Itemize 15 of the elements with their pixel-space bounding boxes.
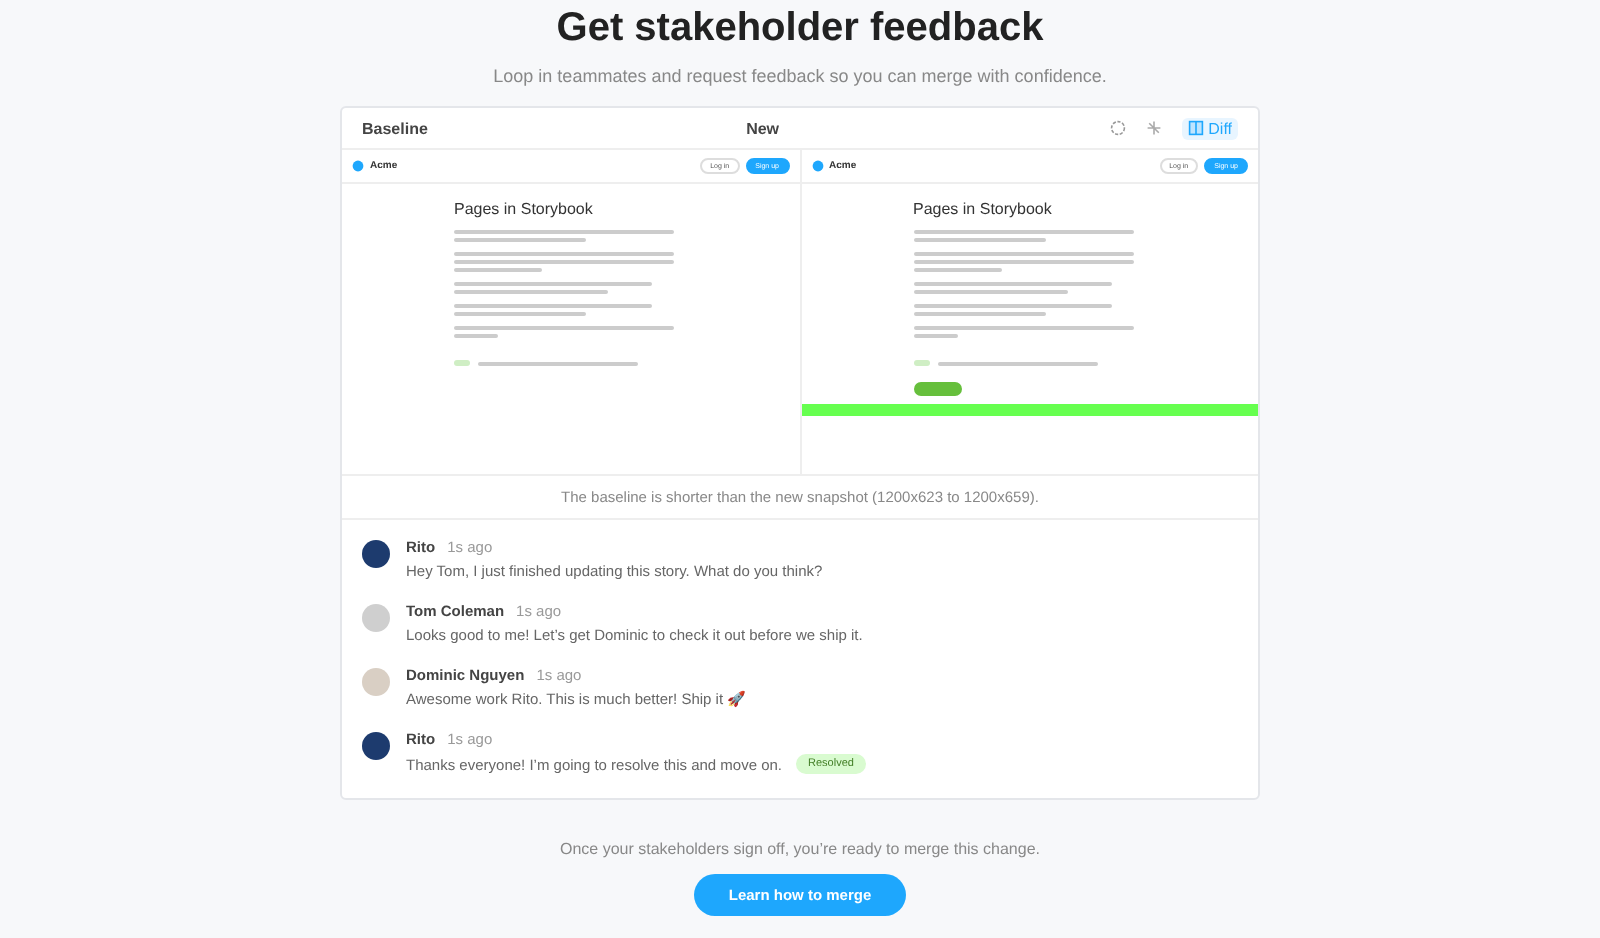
- page-heading: Get stakeholder feedback: [556, 6, 1044, 52]
- circle-icon[interactable]: [1110, 120, 1127, 136]
- tag-drawing: [454, 360, 470, 366]
- page-title: Pages in Storybook: [913, 200, 1054, 218]
- logo-icon: [811, 160, 823, 172]
- page-subheading: Loop in teammates and request feedback so you can merge with confidence.: [493, 66, 1107, 86]
- snapshot-label: Baseline: [360, 119, 430, 137]
- tag-drawing: [913, 360, 929, 366]
- diff-mode-button[interactable]: Diff: [1182, 117, 1239, 139]
- strobe-icon[interactable]: [1146, 120, 1163, 136]
- page-title: Pages in Storybook: [454, 200, 595, 218]
- logo-icon: [352, 160, 364, 172]
- diff-icon: [1188, 120, 1205, 136]
- snapshot-label: New: [744, 119, 782, 137]
- footer-text: Once your stakeholders sign off, you’re ready to merge this change.: [560, 840, 1040, 858]
